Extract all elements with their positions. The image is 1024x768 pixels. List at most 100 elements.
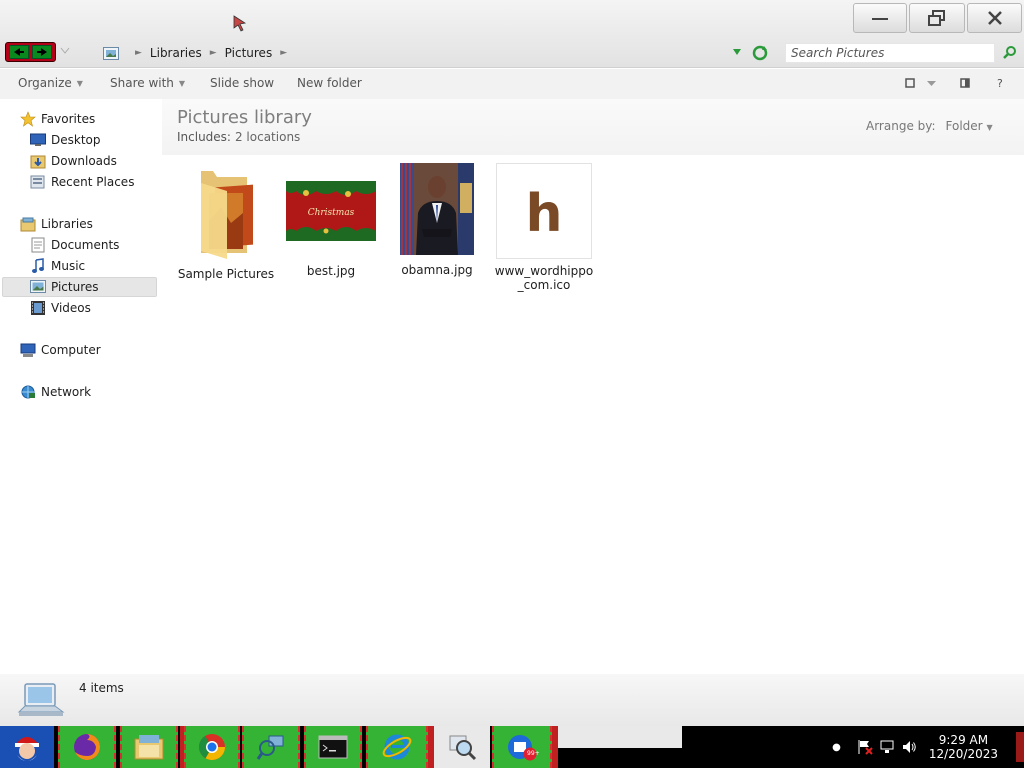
- file-item-sample-pictures[interactable]: Sample Pictures: [176, 163, 276, 281]
- file-name-line2: _com.ico: [517, 278, 571, 292]
- volume-icon[interactable]: [901, 739, 917, 755]
- refresh-icon[interactable]: [751, 44, 769, 62]
- share-with-label: Share with: [110, 76, 174, 90]
- new-folder-label: New folder: [297, 76, 362, 90]
- chevron-down-icon[interactable]: [927, 81, 936, 87]
- details-pane: 4 items: [0, 674, 1024, 726]
- documents-icon: [30, 237, 46, 253]
- slide-show-button[interactable]: Slide show: [210, 76, 274, 90]
- network-icon: [20, 384, 36, 400]
- mail-app-icon: [508, 735, 537, 761]
- help-button[interactable]: ?: [997, 77, 1003, 90]
- nav-favorites[interactable]: Favorites: [20, 109, 95, 129]
- address-dropdown-icon[interactable]: [732, 48, 742, 56]
- taskbar-firefox[interactable]: [58, 726, 116, 768]
- library-header: Pictures library Includes: 2 locations Ar…: [162, 99, 1024, 155]
- taskbar: 99+ ● 9:29 AM 12/20/2023: [0, 726, 1024, 768]
- pictures-icon: [30, 279, 46, 295]
- taskbar-network-search[interactable]: [242, 726, 300, 768]
- library-includes: Includes: 2 locations: [177, 130, 300, 144]
- christmas-text: Christmas: [308, 208, 355, 218]
- arrange-by-value: Folder: [945, 119, 983, 133]
- nav-network-label: Network: [41, 385, 92, 399]
- nav-music[interactable]: Music: [30, 256, 85, 276]
- search-input[interactable]: Search Pictures: [785, 43, 995, 63]
- chevron-down-icon: ▼: [178, 78, 186, 88]
- network-tray-icon[interactable]: [879, 739, 895, 755]
- preview-pane-icon[interactable]: [960, 78, 971, 89]
- search-icon[interactable]: [1003, 45, 1017, 59]
- nav-pictures[interactable]: Pictures: [2, 277, 157, 297]
- organize-menu[interactable]: Organize ▼: [18, 76, 83, 90]
- nav-network[interactable]: Network: [20, 382, 91, 402]
- film-icon: [30, 300, 46, 316]
- wordhippo-letter: h: [525, 185, 562, 237]
- nav-downloads[interactable]: Downloads: [30, 151, 117, 171]
- start-button[interactable]: [0, 726, 54, 768]
- address-bar[interactable]: ► Libraries ► Pictures ►: [97, 42, 769, 64]
- notification-badge: 99+: [527, 750, 540, 757]
- file-item-obamna-jpg[interactable]: obamna.jpg: [387, 163, 487, 277]
- file-name: Sample Pictures: [177, 267, 275, 281]
- minimize-button[interactable]: [853, 3, 907, 33]
- magnifier-icon: [449, 735, 477, 761]
- taskbar-command-prompt[interactable]: [304, 726, 362, 768]
- arrange-by-dropdown[interactable]: Folder ▼: [946, 119, 993, 133]
- restore-button[interactable]: [909, 3, 965, 33]
- chevron-down-icon: ▼: [986, 123, 993, 132]
- back-button[interactable]: [9, 45, 30, 59]
- taskbar-mail-app[interactable]: 99+: [492, 726, 552, 768]
- restore-icon: [928, 10, 945, 26]
- breadcrumb-separator[interactable]: ►: [280, 48, 287, 58]
- new-folder-button[interactable]: New folder: [297, 76, 362, 90]
- taskbar-chrome[interactable]: [184, 726, 240, 768]
- taskbar-file-explorer[interactable]: [120, 726, 178, 768]
- file-name: best.jpg: [306, 264, 356, 278]
- breadcrumb-separator[interactable]: ►: [210, 48, 217, 58]
- tray-dot-icon[interactable]: ●: [832, 742, 841, 753]
- santa-start-icon: [9, 729, 45, 765]
- nav-recent-places-label: Recent Places: [51, 175, 135, 189]
- taskbar-search-app[interactable]: [434, 726, 490, 768]
- organize-label: Organize: [18, 76, 72, 90]
- computer-icon: [20, 342, 36, 358]
- christmas-image-thumbnail: Christmas: [286, 181, 376, 241]
- desktop-icon: [30, 132, 46, 148]
- includes-locations-link[interactable]: 2 locations: [235, 130, 300, 144]
- file-list-area[interactable]: Pictures library Includes: 2 locations Ar…: [162, 99, 1024, 674]
- system-tray: ● 9:29 AM 12/20/2023: [832, 726, 1024, 768]
- network-search-icon: [256, 735, 284, 760]
- file-item-wordhippo-ico[interactable]: h www_wordhippo _com.ico: [494, 163, 594, 292]
- nav-libraries-label: Libraries: [41, 217, 93, 231]
- nav-videos[interactable]: Videos: [30, 298, 91, 318]
- back-forward-buttons: [5, 42, 56, 62]
- forward-button[interactable]: [31, 45, 52, 59]
- library-title: Pictures library: [177, 107, 312, 128]
- back-arrow-icon: [14, 48, 25, 56]
- clock[interactable]: 9:29 AM 12/20/2023: [929, 733, 998, 761]
- view-options-icon[interactable]: [905, 78, 916, 89]
- navigation-pane: Favorites Desktop Downloads Recent Place…: [0, 99, 162, 674]
- breadcrumb-pictures[interactable]: Pictures: [225, 46, 273, 60]
- breadcrumb-libraries[interactable]: Libraries: [150, 46, 202, 60]
- nav-documents[interactable]: Documents: [30, 235, 119, 255]
- nav-recent-places[interactable]: Recent Places: [30, 172, 134, 192]
- taskbar-internet-explorer[interactable]: [366, 726, 428, 768]
- nav-computer[interactable]: Computer: [20, 340, 101, 360]
- taskbar-blank-button[interactable]: [558, 726, 682, 748]
- command-prompt-icon: [318, 735, 348, 759]
- help-icon: ?: [997, 77, 1003, 90]
- internet-explorer-icon: [382, 734, 412, 760]
- recent-pages-dropdown[interactable]: [60, 46, 70, 57]
- close-button[interactable]: [967, 3, 1022, 33]
- nav-downloads-label: Downloads: [51, 154, 117, 168]
- show-desktop-button[interactable]: [1016, 732, 1024, 762]
- action-center-flag-icon[interactable]: [857, 739, 873, 755]
- icon-thumbnail-frame: h: [496, 163, 592, 259]
- share-with-menu[interactable]: Share with ▼: [110, 76, 185, 90]
- nav-documents-label: Documents: [51, 238, 120, 252]
- file-item-best-jpg[interactable]: Christmas best.jpg: [281, 163, 381, 278]
- nav-desktop[interactable]: Desktop: [30, 130, 101, 150]
- command-bar: Organize ▼ Share with ▼ Slide show New fol…: [0, 69, 1024, 99]
- nav-libraries[interactable]: Libraries: [20, 214, 93, 234]
